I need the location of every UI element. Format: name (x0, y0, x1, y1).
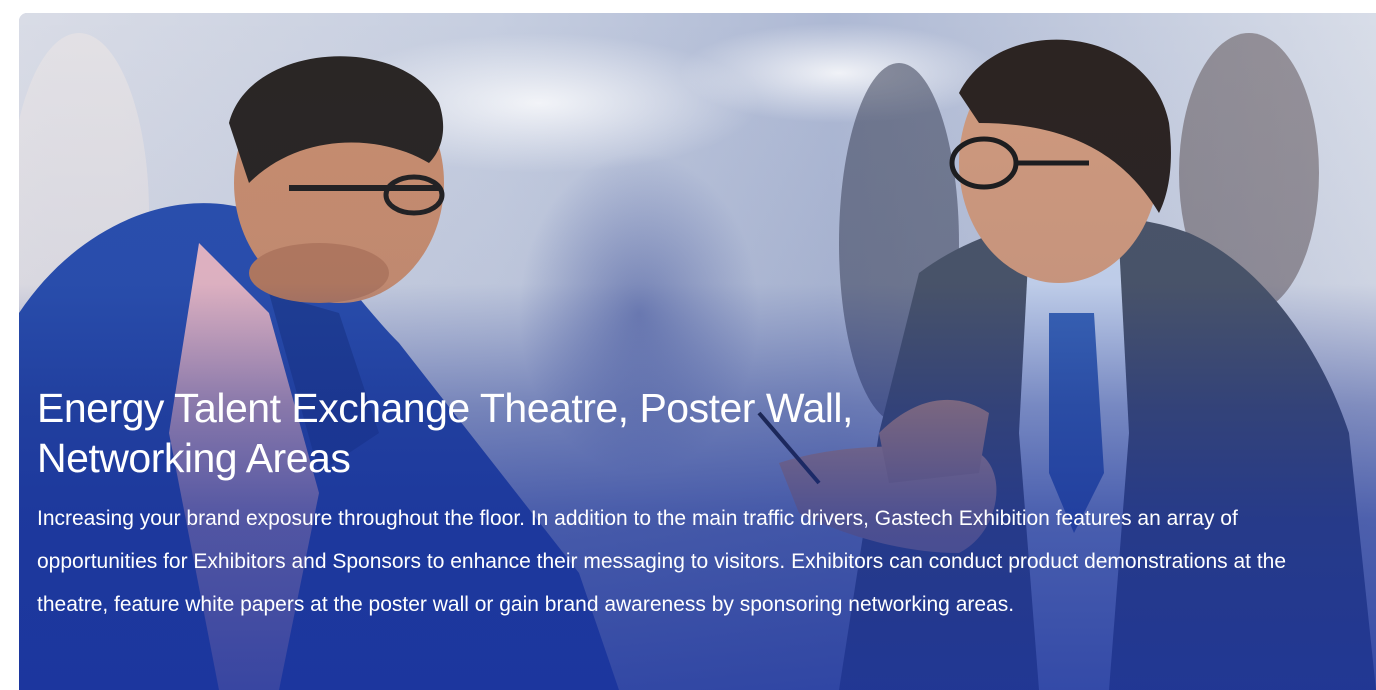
page: Energy Talent Exchange Theatre, Poster W… (0, 0, 1376, 690)
hero-card: Energy Talent Exchange Theatre, Poster W… (19, 13, 1376, 690)
hero-title: Energy Talent Exchange Theatre, Poster W… (37, 385, 853, 481)
hero-description: Increasing your brand exposure throughou… (37, 507, 1287, 616)
hero-content: Energy Talent Exchange Theatre, Poster W… (37, 383, 1357, 626)
